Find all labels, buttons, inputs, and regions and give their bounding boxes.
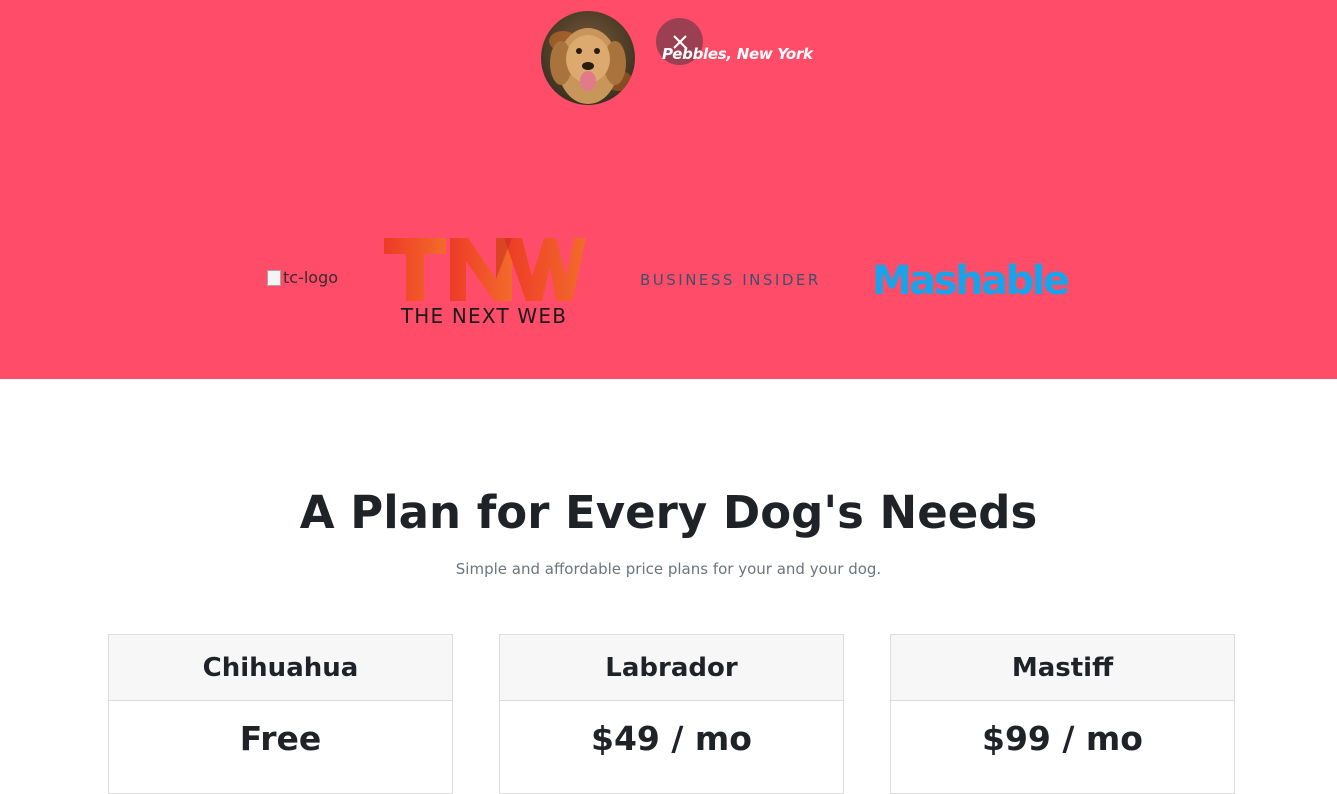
plan-card-mastiff: Mastiff $99 / mo [890, 634, 1235, 794]
plan-price: $49 / mo [591, 719, 752, 758]
plan-card-labrador: Labrador $49 / mo [499, 634, 844, 794]
hero-section: Pebbles, New York tc-logo THE NEXT WEB B… [0, 0, 1337, 379]
broken-image-icon [267, 269, 281, 286]
pricing-title: A Plan for Every Dog's Needs [299, 486, 1038, 539]
plan-name: Chihuahua [109, 635, 452, 701]
plan-price: Free [239, 719, 322, 758]
tnw-logo: THE NEXT WEB [384, 237, 586, 329]
dog-avatar [541, 11, 635, 105]
plan-price: $99 / mo [982, 719, 1143, 758]
tnw-mark [384, 238, 586, 301]
testimonial-location: Pebbles, New York [662, 45, 813, 63]
techcrunch-logo: tc-logo [267, 268, 338, 287]
mashable-logo: Mashable [872, 258, 1070, 304]
plan-name: Mastiff [891, 635, 1234, 701]
dog-photo [541, 11, 635, 105]
plan-name: Labrador [500, 635, 843, 701]
pricing-subtitle: Simple and affordable price plans for yo… [455, 560, 882, 578]
tnw-caption: THE NEXT WEB [400, 304, 568, 328]
plan-card-chihuahua: Chihuahua Free [108, 634, 453, 794]
business-insider-logo: BUSINESS INSIDER [640, 271, 821, 289]
techcrunch-logo-alt: tc-logo [283, 268, 339, 287]
